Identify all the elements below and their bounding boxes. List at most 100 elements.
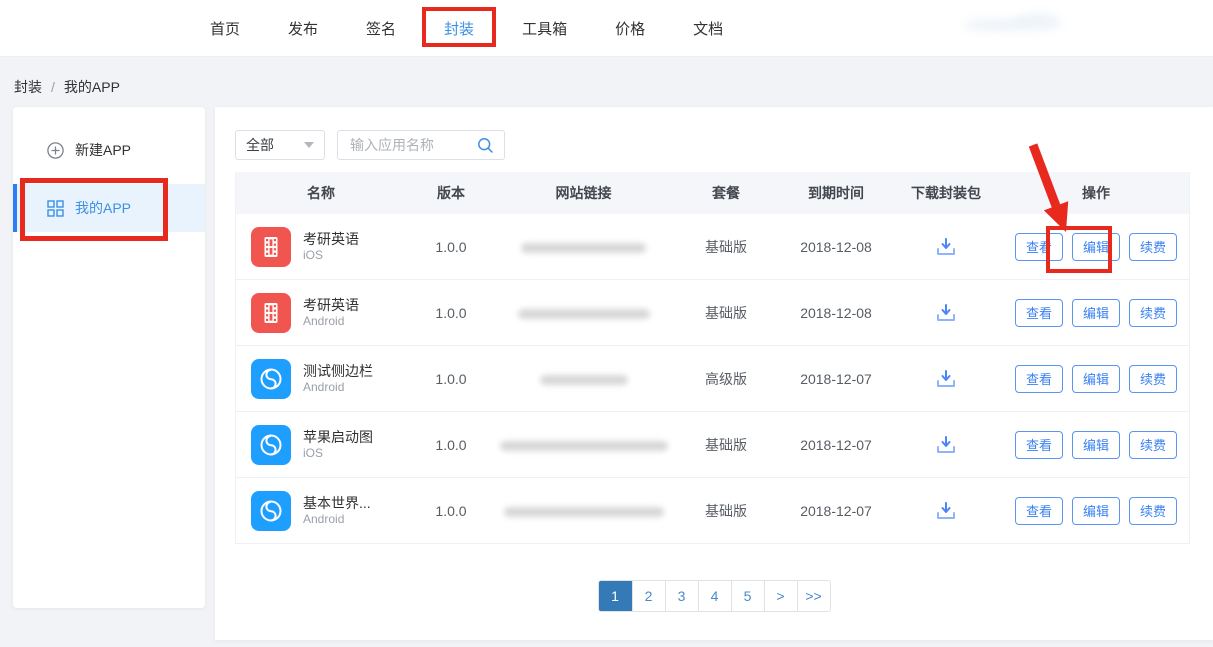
s-logo-icon <box>257 497 285 525</box>
blurred-url <box>521 243 646 253</box>
page-button-2[interactable]: 2 <box>632 581 665 611</box>
breadcrumb-separator: / <box>51 79 55 95</box>
edit-button[interactable]: 编辑 <box>1072 365 1120 393</box>
table-row: 苹果启动图iOS1.0.0基础版2018-12-07 查看编辑续费 <box>236 412 1189 478</box>
grid-icon <box>47 200 64 217</box>
app-name-cell: 考研英语Android <box>236 293 406 333</box>
app-url-redacted <box>496 437 671 453</box>
blurred-user-info <box>1013 14 1061 30</box>
app-expiry: 2018-12-07 <box>781 371 891 387</box>
sidebar-item-new-app[interactable]: 新建APP <box>47 135 205 165</box>
app-plan: 基础版 <box>671 435 781 455</box>
nav-tab-5[interactable]: 工具箱 <box>522 0 567 56</box>
renew-button[interactable]: 续费 <box>1129 299 1177 327</box>
app-platform: iOS <box>303 248 359 264</box>
actions-cell: 查看编辑续费 <box>1001 233 1191 261</box>
table-row: 考研英语Android1.0.0 基础版2018-12-08 查看编辑续费 <box>236 280 1189 346</box>
renew-button[interactable]: 续费 <box>1129 233 1177 261</box>
page-button-1[interactable]: 1 <box>599 581 632 611</box>
column-header: 到期时间 <box>781 183 891 203</box>
nav-tab-2[interactable]: 发布 <box>288 0 318 56</box>
actions-cell: 查看编辑续费 <box>1001 299 1191 327</box>
view-button[interactable]: 查看 <box>1015 233 1063 261</box>
renew-button[interactable]: 续费 <box>1129 431 1177 459</box>
s-logo-icon <box>257 431 285 459</box>
app-icon-s-logo <box>251 359 291 399</box>
download-package-button[interactable] <box>891 500 1001 522</box>
plus-circle-icon <box>47 142 64 159</box>
page-button-5[interactable]: 5 <box>731 581 764 611</box>
renew-button[interactable]: 续费 <box>1129 497 1177 525</box>
app-expiry: 2018-12-07 <box>781 503 891 519</box>
view-button[interactable]: 查看 <box>1015 365 1063 393</box>
app-name-cell: 基本世界...Android <box>236 491 406 531</box>
download-package-button[interactable] <box>891 236 1001 258</box>
app-plan: 基础版 <box>671 237 781 257</box>
app-name-lines: 考研英语iOS <box>303 230 359 264</box>
breadcrumb: 封装/我的APP <box>14 77 120 97</box>
app-url-redacted <box>496 239 671 255</box>
app-table: 名称版本网站链接套餐到期时间下载封装包操作 考研英语iOS1.0.0基础版201… <box>235 172 1190 544</box>
nav-tab-4[interactable]: 封装 <box>444 0 474 56</box>
app-platform: Android <box>303 314 359 330</box>
app-platform: Android <box>303 380 373 396</box>
page-button-3[interactable]: 3 <box>665 581 698 611</box>
view-button[interactable]: 查看 <box>1015 299 1063 327</box>
nav-tab-label: 工具箱 <box>522 18 567 39</box>
download-package-button[interactable] <box>891 368 1001 390</box>
search-icon[interactable] <box>477 137 494 154</box>
actions-cell: 查看编辑续费 <box>1001 365 1191 393</box>
category-select[interactable]: 全部 <box>235 130 325 160</box>
app-url-redacted <box>496 371 671 387</box>
app-version: 1.0.0 <box>406 239 496 255</box>
page-last-button[interactable]: >> <box>797 581 830 611</box>
edit-button[interactable]: 编辑 <box>1072 431 1120 459</box>
view-button[interactable]: 查看 <box>1015 431 1063 459</box>
page-next-button[interactable]: > <box>764 581 797 611</box>
renew-button[interactable]: 续费 <box>1129 365 1177 393</box>
app-icon-s-logo <box>251 491 291 531</box>
app-name-cell: 考研英语iOS <box>236 227 406 267</box>
nav-tab-3[interactable]: 签名 <box>366 0 396 56</box>
download-package-button[interactable] <box>891 302 1001 324</box>
column-header: 网站链接 <box>496 183 671 203</box>
breadcrumb-section[interactable]: 封装 <box>14 79 42 95</box>
nav-tab-label: 发布 <box>288 18 318 39</box>
category-select-value: 全部 <box>246 135 274 155</box>
column-header: 下载封装包 <box>891 183 1001 203</box>
app-name: 苹果启动图 <box>303 428 373 446</box>
table-row: 测试侧边栏Android1.0.0高级版2018-12-07 查看编辑续费 <box>236 346 1189 412</box>
nav-list: 首页 发布 签名 封装 工具箱 价格 文档 <box>210 0 723 56</box>
film-icon <box>259 235 283 259</box>
nav-tab-6[interactable]: 价格 <box>615 0 645 56</box>
app-version: 1.0.0 <box>406 437 496 453</box>
table-row: 基本世界...Android1.0.0基础版2018-12-07 查看编辑续费 <box>236 478 1189 544</box>
edit-button[interactable]: 编辑 <box>1072 233 1120 261</box>
app-plan: 基础版 <box>671 303 781 323</box>
app-platform: iOS <box>303 446 373 462</box>
app-plan: 高级版 <box>671 369 781 389</box>
app-name-lines: 测试侧边栏Android <box>303 362 373 396</box>
nav-tab-7[interactable]: 文档 <box>693 0 723 56</box>
sidebar-item-my-app[interactable]: 我的APP <box>13 184 205 232</box>
app-expiry: 2018-12-07 <box>781 437 891 453</box>
edit-button[interactable]: 编辑 <box>1072 497 1120 525</box>
view-button[interactable]: 查看 <box>1015 497 1063 525</box>
app-version: 1.0.0 <box>406 305 496 321</box>
app-version: 1.0.0 <box>406 503 496 519</box>
app-name: 测试侧边栏 <box>303 362 373 380</box>
app-name-cell: 苹果启动图iOS <box>236 425 406 465</box>
search-input[interactable] <box>348 136 468 154</box>
download-package-button[interactable] <box>891 434 1001 456</box>
nav-tab-label: 价格 <box>615 18 645 39</box>
download-icon <box>934 434 958 456</box>
app-expiry: 2018-12-08 <box>781 305 891 321</box>
table-body: 考研英语iOS1.0.0基础版2018-12-08 查看编辑续费 考研英语And… <box>236 214 1189 544</box>
app-name: 基本世界... <box>303 494 371 512</box>
nav-tab-label: 签名 <box>366 18 396 39</box>
page-button-4[interactable]: 4 <box>698 581 731 611</box>
s-logo-icon <box>257 365 285 393</box>
nav-tab-label: 封装 <box>444 18 474 39</box>
nav-tab-1[interactable]: 首页 <box>210 0 240 56</box>
edit-button[interactable]: 编辑 <box>1072 299 1120 327</box>
